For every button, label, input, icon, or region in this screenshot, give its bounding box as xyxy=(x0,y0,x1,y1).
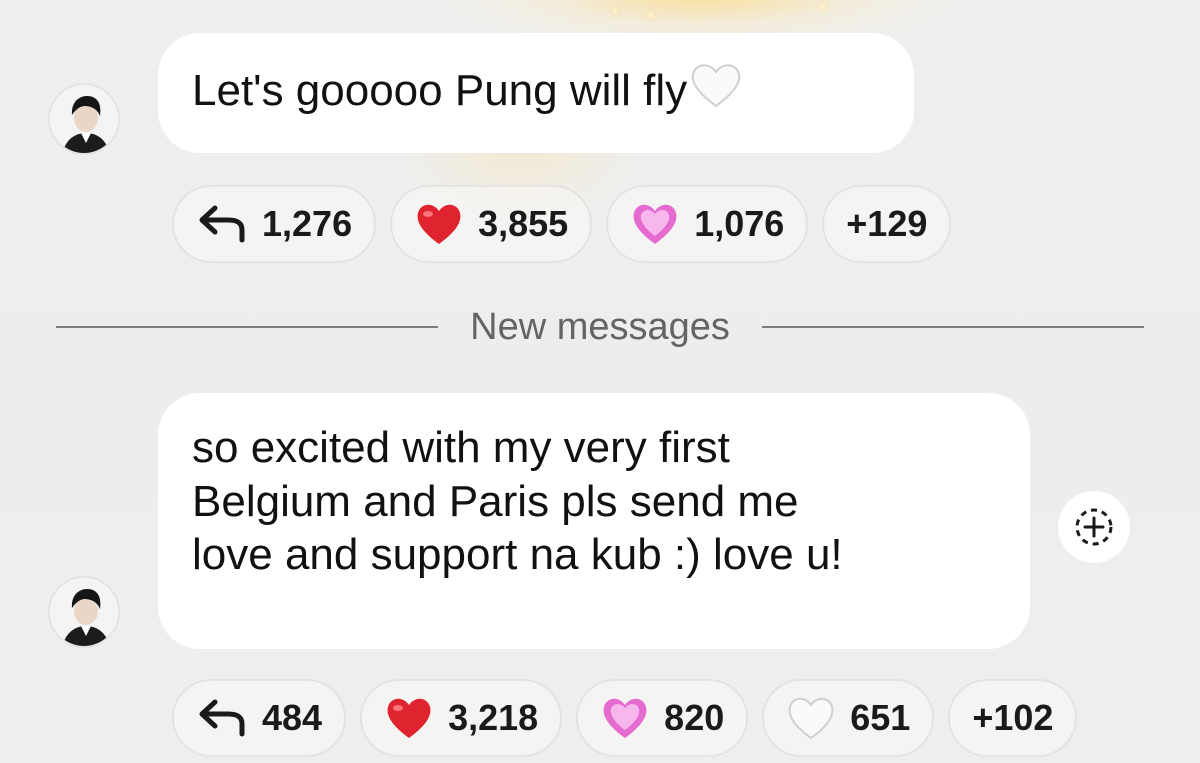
reaction-count: 820 xyxy=(664,697,725,738)
new-messages-divider: New messages xyxy=(56,302,1145,352)
pink-heart-emoji xyxy=(630,201,680,247)
reaction-red-heart-button[interactable]: 3,855 xyxy=(390,185,593,263)
message-text: Let's gooooo Pung will fly xyxy=(192,66,688,115)
more-reactions-button[interactable]: +102 xyxy=(948,679,1078,757)
avatar-portrait-icon xyxy=(50,578,118,646)
reaction-count: 3,855 xyxy=(478,203,569,244)
background-sparkle xyxy=(820,4,826,10)
message-text-line: so excited with my very first xyxy=(192,423,730,472)
background-sparkle xyxy=(648,12,654,18)
divider-line xyxy=(56,326,439,328)
reaction-count: 651 xyxy=(850,697,911,738)
sender-avatar[interactable] xyxy=(48,83,120,155)
reaction-white-heart-button[interactable]: 651 xyxy=(762,679,935,757)
add-reaction-icon xyxy=(1075,508,1113,546)
background-sparkle xyxy=(612,8,618,14)
message-bubble[interactable]: Let's gooooo Pung will fly xyxy=(158,33,914,153)
red-heart-emoji xyxy=(414,201,464,247)
more-reactions-count: +102 xyxy=(972,697,1054,738)
message-text-line: love and support na kub :) love u! xyxy=(192,530,843,580)
add-reaction-button[interactable] xyxy=(1058,491,1130,563)
reaction-pink-heart-button[interactable]: 1,076 xyxy=(606,185,809,263)
reaction-pink-heart-button[interactable]: 820 xyxy=(576,679,749,757)
reply-count: 1,276 xyxy=(262,203,353,244)
pink-heart-emoji xyxy=(600,695,650,741)
reaction-red-heart-button[interactable]: 3,218 xyxy=(360,679,563,757)
reply-count-button[interactable]: 484 xyxy=(172,679,347,757)
message-text-line: Belgium and Paris pls send me xyxy=(192,476,799,526)
reply-arrow-icon xyxy=(196,698,248,738)
white-heart-emoji xyxy=(786,695,836,741)
reaction-bar: 484 3,218 820 651 +102 xyxy=(172,679,1078,757)
sender-avatar[interactable] xyxy=(48,576,120,648)
divider-line xyxy=(761,326,1145,328)
reaction-count: 3,218 xyxy=(448,697,539,738)
more-reactions-button[interactable]: +129 xyxy=(822,185,952,263)
reply-count-button[interactable]: 1,276 xyxy=(172,185,377,263)
white-heart-emoji xyxy=(689,61,743,122)
red-heart-emoji xyxy=(384,695,434,741)
reaction-count: 1,076 xyxy=(694,203,785,244)
avatar-portrait-icon xyxy=(50,85,118,153)
reaction-bar: 1,276 3,855 1,076 +129 xyxy=(172,185,952,263)
reply-count: 484 xyxy=(262,697,323,738)
more-reactions-count: +129 xyxy=(846,203,928,244)
message-bubble[interactable]: so excited with my very first Belgium an… xyxy=(158,393,1030,649)
divider-label: New messages xyxy=(470,305,730,348)
reply-arrow-icon xyxy=(196,204,248,244)
